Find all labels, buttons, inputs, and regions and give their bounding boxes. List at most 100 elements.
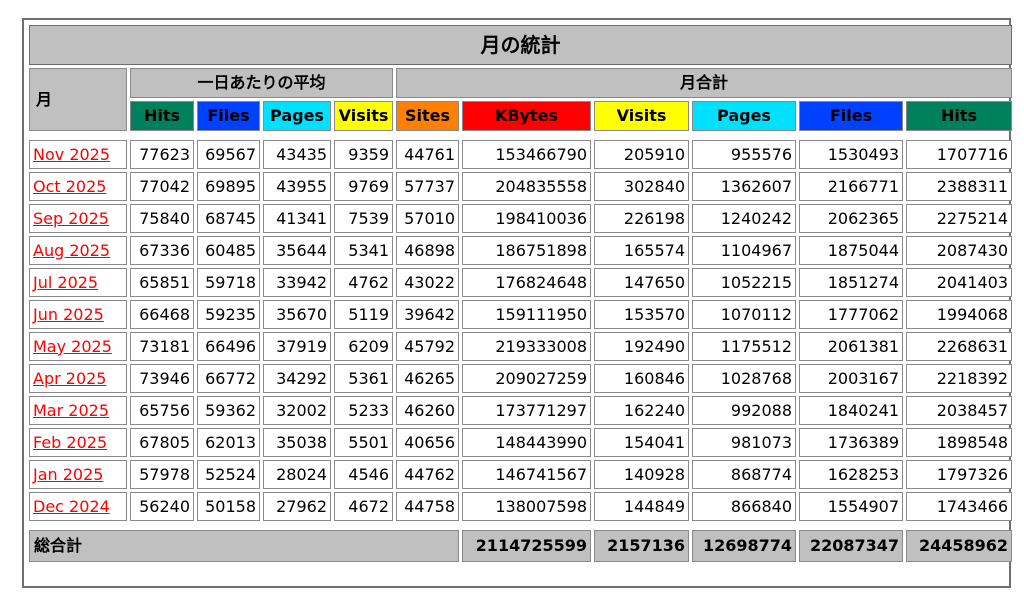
- grand-total-row: 総合計 2114725599 2157136 12698774 22087347…: [29, 530, 1012, 562]
- month-link[interactable]: Jan 2025: [33, 465, 103, 484]
- sites-cell: 46260: [396, 396, 459, 425]
- hits-cell: 1797326: [906, 460, 1012, 489]
- hits-cell: 2275214: [906, 204, 1012, 233]
- hits-cell: 2268631: [906, 332, 1012, 361]
- total-kbytes-header: KBytes: [462, 101, 591, 131]
- hits-cell: 2038457: [906, 396, 1012, 425]
- avg-hits-cell: 67336: [130, 236, 194, 265]
- visits-cell: 147650: [594, 268, 689, 297]
- visits-cell: 144849: [594, 492, 689, 521]
- sites-cell: 46898: [396, 236, 459, 265]
- files-cell: 2166771: [799, 172, 903, 201]
- avg-pages-cell: 27962: [263, 492, 331, 521]
- month-link[interactable]: Dec 2024: [33, 497, 110, 516]
- sites-cell: 45792: [396, 332, 459, 361]
- avg-hits-cell: 65851: [130, 268, 194, 297]
- visits-cell: 192490: [594, 332, 689, 361]
- avg-hits-cell: 66468: [130, 300, 194, 329]
- visits-cell: 165574: [594, 236, 689, 265]
- avg-pages-cell: 34292: [263, 364, 331, 393]
- hits-cell: 1994068: [906, 300, 1012, 329]
- pages-cell: 1052215: [692, 268, 796, 297]
- month-link[interactable]: Oct 2025: [33, 177, 106, 196]
- kbytes-cell: 146741567: [462, 460, 591, 489]
- kbytes-cell: 204835558: [462, 172, 591, 201]
- files-cell: 1840241: [799, 396, 903, 425]
- hits-cell: 1707716: [906, 140, 1012, 169]
- kbytes-cell: 219333008: [462, 332, 591, 361]
- avg-files-cell: 50158: [197, 492, 260, 521]
- visits-cell: 153570: [594, 300, 689, 329]
- hits-cell: 2388311: [906, 172, 1012, 201]
- table-row: Dec 2024 56240 50158 27962 4672 44758 13800759…: [29, 492, 1012, 521]
- sites-cell: 44761: [396, 140, 459, 169]
- visits-cell: 162240: [594, 396, 689, 425]
- table-row: Feb 2025 67805 62013 35038 5501 40656 14844399…: [29, 428, 1012, 457]
- avg-files-header: Files: [197, 101, 260, 131]
- hits-cell: 2041403: [906, 268, 1012, 297]
- total-visits-value: 2157136: [594, 530, 689, 562]
- avg-hits-cell: 56240: [130, 492, 194, 521]
- avg-visits-cell: 4672: [334, 492, 393, 521]
- month-cell: May 2025: [29, 332, 127, 361]
- kbytes-cell: 153466790: [462, 140, 591, 169]
- files-cell: 2003167: [799, 364, 903, 393]
- pages-cell: 866840: [692, 492, 796, 521]
- month-link[interactable]: Feb 2025: [33, 433, 107, 452]
- files-cell: 1628253: [799, 460, 903, 489]
- total-hits-header: Hits: [906, 101, 1012, 131]
- month-link[interactable]: Mar 2025: [33, 401, 109, 420]
- month-column-header: 月: [29, 68, 127, 131]
- visits-cell: 205910: [594, 140, 689, 169]
- month-link[interactable]: Nov 2025: [33, 145, 110, 164]
- avg-files-cell: 59362: [197, 396, 260, 425]
- avg-hits-cell: 77042: [130, 172, 194, 201]
- avg-pages-cell: 32002: [263, 396, 331, 425]
- avg-visits-cell: 5501: [334, 428, 393, 457]
- kbytes-cell: 148443990: [462, 428, 591, 457]
- kbytes-cell: 198410036: [462, 204, 591, 233]
- daily-average-header: 一日あたりの平均: [130, 68, 393, 98]
- avg-pages-cell: 35670: [263, 300, 331, 329]
- month-cell: Nov 2025: [29, 140, 127, 169]
- sites-cell: 43022: [396, 268, 459, 297]
- visits-cell: 160846: [594, 364, 689, 393]
- kbytes-cell: 176824648: [462, 268, 591, 297]
- total-pages-header: Pages: [692, 101, 796, 131]
- table-row: Nov 2025 77623 69567 43435 9359 44761 15346679…: [29, 140, 1012, 169]
- avg-files-cell: 59718: [197, 268, 260, 297]
- avg-hits-cell: 77623: [130, 140, 194, 169]
- month-cell: Apr 2025: [29, 364, 127, 393]
- divider: [29, 524, 1012, 527]
- month-link[interactable]: May 2025: [33, 337, 112, 356]
- month-link[interactable]: Aug 2025: [33, 241, 110, 260]
- month-link[interactable]: Sep 2025: [33, 209, 109, 228]
- avg-pages-cell: 41341: [263, 204, 331, 233]
- avg-visits-cell: 5361: [334, 364, 393, 393]
- avg-visits-cell: 9769: [334, 172, 393, 201]
- pages-cell: 868774: [692, 460, 796, 489]
- table-title: 月の統計: [29, 25, 1012, 65]
- avg-pages-cell: 35038: [263, 428, 331, 457]
- visits-cell: 226198: [594, 204, 689, 233]
- avg-files-cell: 60485: [197, 236, 260, 265]
- month-link[interactable]: Apr 2025: [33, 369, 106, 388]
- month-link[interactable]: Jun 2025: [33, 305, 104, 324]
- avg-files-cell: 69895: [197, 172, 260, 201]
- sites-cell: 44762: [396, 460, 459, 489]
- table-row: Oct 2025 77042 69895 43955 9769 57737 20483555…: [29, 172, 1012, 201]
- table-row: May 2025 73181 66496 37919 6209 45792 21933300…: [29, 332, 1012, 361]
- sites-cell: 46265: [396, 364, 459, 393]
- avg-pages-cell: 28024: [263, 460, 331, 489]
- visits-cell: 302840: [594, 172, 689, 201]
- files-cell: 1554907: [799, 492, 903, 521]
- avg-hits-cell: 57978: [130, 460, 194, 489]
- avg-pages-cell: 37919: [263, 332, 331, 361]
- avg-files-cell: 66772: [197, 364, 260, 393]
- sites-cell: 57737: [396, 172, 459, 201]
- total-sites-header: Sites: [396, 101, 459, 131]
- month-link[interactable]: Jul 2025: [33, 273, 98, 292]
- hits-cell: 2218392: [906, 364, 1012, 393]
- avg-hits-header: Hits: [130, 101, 194, 131]
- files-cell: 1851274: [799, 268, 903, 297]
